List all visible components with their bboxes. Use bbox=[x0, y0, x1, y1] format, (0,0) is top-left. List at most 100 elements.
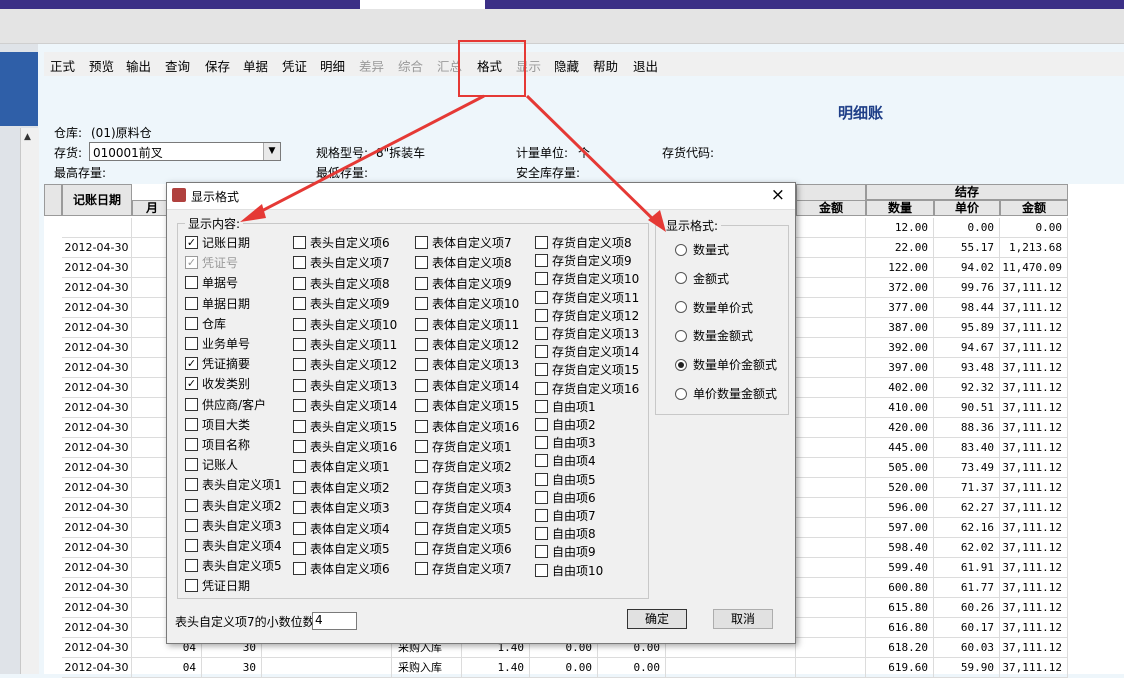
content-checkbox[interactable]: 表体自定义项13 bbox=[415, 356, 519, 374]
checkbox-icon[interactable] bbox=[535, 436, 548, 450]
checkbox-icon[interactable]: ✓ bbox=[185, 377, 198, 391]
checkbox-icon[interactable] bbox=[293, 521, 306, 535]
content-checkbox[interactable]: 业务单号 bbox=[185, 335, 250, 353]
content-checkbox[interactable]: 自由项7 bbox=[535, 507, 596, 525]
radio-icon[interactable] bbox=[675, 329, 687, 342]
content-checkbox[interactable]: 存货自定义项11 bbox=[535, 289, 639, 307]
content-checkbox[interactable]: 项目名称 bbox=[185, 436, 250, 454]
content-checkbox[interactable]: 表头自定义项4 bbox=[185, 537, 282, 555]
content-checkbox[interactable]: 供应商/客户 bbox=[185, 396, 266, 414]
checkbox-icon[interactable] bbox=[535, 490, 548, 504]
col-header-amount[interactable]: 金额 bbox=[1000, 200, 1068, 216]
toolbar-button[interactable]: 输出 bbox=[126, 56, 151, 75]
content-checkbox[interactable]: 单据号 bbox=[185, 274, 238, 292]
checkbox-icon[interactable] bbox=[415, 460, 428, 474]
content-checkbox[interactable]: 自由项10 bbox=[535, 562, 603, 580]
checkbox-icon[interactable] bbox=[535, 363, 548, 377]
content-checkbox[interactable]: 存货自定义项6 bbox=[415, 540, 512, 558]
content-checkbox[interactable]: 表体自定义项16 bbox=[415, 418, 519, 436]
content-checkbox[interactable]: 存货自定义项8 bbox=[535, 234, 632, 252]
col-header-qty[interactable]: 数量 bbox=[866, 200, 934, 216]
decimal-input[interactable]: 4 bbox=[312, 612, 357, 630]
content-checkbox[interactable]: 表头自定义项14 bbox=[293, 397, 397, 415]
radio-icon[interactable] bbox=[675, 243, 687, 256]
content-checkbox[interactable]: 存货自定义项13 bbox=[535, 325, 639, 343]
checkbox-icon[interactable] bbox=[293, 256, 306, 270]
ok-button[interactable]: 确定 bbox=[627, 609, 687, 629]
checkbox-icon[interactable] bbox=[293, 317, 306, 331]
checkbox-icon[interactable] bbox=[293, 542, 306, 555]
format-radio[interactable]: 数量式 bbox=[675, 241, 729, 259]
content-checkbox[interactable]: 表体自定义项14 bbox=[415, 377, 519, 395]
content-checkbox[interactable]: 表头自定义项7 bbox=[293, 254, 390, 272]
toolbar-button[interactable]: 预览 bbox=[89, 56, 114, 75]
content-checkbox[interactable]: 自由项8 bbox=[535, 525, 596, 543]
checkbox-icon[interactable] bbox=[415, 297, 428, 311]
checkbox-icon[interactable] bbox=[535, 254, 548, 268]
checkbox-icon[interactable] bbox=[185, 518, 198, 532]
checkbox-icon[interactable] bbox=[293, 460, 306, 474]
checkbox-icon[interactable] bbox=[185, 296, 198, 310]
checkbox-icon[interactable] bbox=[293, 338, 306, 351]
content-checkbox[interactable]: 存货自定义项1 bbox=[415, 438, 512, 456]
checkbox-icon[interactable] bbox=[415, 542, 428, 555]
checkbox-icon[interactable] bbox=[415, 338, 428, 351]
checkbox-icon[interactable] bbox=[185, 276, 198, 290]
content-checkbox[interactable]: 存货自定义项7 bbox=[415, 560, 512, 578]
content-checkbox[interactable]: 表头自定义项11 bbox=[293, 336, 397, 354]
cancel-button[interactable]: 取消 bbox=[713, 609, 773, 629]
checkbox-icon[interactable] bbox=[415, 317, 428, 331]
checkbox-icon[interactable] bbox=[293, 358, 306, 372]
toolbar-button[interactable]: 凭证 bbox=[282, 56, 307, 75]
checkbox-icon[interactable] bbox=[535, 236, 548, 249]
content-checkbox[interactable]: 表体自定义项6 bbox=[293, 560, 390, 578]
toolbar-button[interactable]: 格式 bbox=[477, 56, 502, 75]
radio-icon[interactable] bbox=[675, 301, 687, 314]
content-checkbox[interactable]: 存货自定义项2 bbox=[415, 458, 512, 476]
checkbox-icon[interactable] bbox=[185, 438, 198, 451]
close-icon[interactable]: × bbox=[771, 185, 785, 205]
checkbox-icon[interactable] bbox=[535, 527, 548, 541]
toolbar-button[interactable]: 退出 bbox=[633, 56, 658, 75]
checkbox-icon[interactable] bbox=[293, 419, 306, 433]
content-checkbox[interactable]: 表头自定义项16 bbox=[293, 438, 397, 456]
content-checkbox[interactable]: 表头自定义项10 bbox=[293, 316, 397, 334]
content-checkbox[interactable]: 存货自定义项4 bbox=[415, 499, 512, 517]
checkbox-icon[interactable] bbox=[293, 562, 306, 576]
checkbox-icon[interactable] bbox=[185, 417, 198, 431]
checkbox-icon[interactable] bbox=[293, 480, 306, 494]
content-checkbox[interactable]: 自由项5 bbox=[535, 471, 596, 489]
content-checkbox[interactable]: 存货自定义项16 bbox=[535, 380, 639, 398]
checkbox-icon[interactable] bbox=[185, 498, 198, 512]
checkbox-icon[interactable] bbox=[185, 559, 198, 573]
checkbox-icon[interactable]: ✓ bbox=[185, 357, 198, 371]
col-header-price[interactable]: 单价 bbox=[934, 200, 1000, 216]
format-radio[interactable]: 数量金额式 bbox=[675, 327, 753, 345]
content-checkbox[interactable]: 表体自定义项5 bbox=[293, 540, 390, 558]
content-checkbox[interactable]: 表体自定义项11 bbox=[415, 316, 519, 334]
toolbar-button[interactable]: 查询 bbox=[165, 56, 190, 75]
checkbox-icon[interactable] bbox=[293, 276, 306, 290]
content-checkbox[interactable]: 表头自定义项1 bbox=[185, 476, 282, 494]
left-scrollbar[interactable]: ▲ bbox=[20, 128, 39, 674]
scroll-up-icon[interactable]: ▲ bbox=[24, 132, 31, 142]
checkbox-icon[interactable] bbox=[293, 378, 306, 392]
toolbar-button[interactable]: 明细 bbox=[320, 56, 345, 75]
checkbox-icon[interactable] bbox=[185, 539, 198, 552]
checkbox-icon[interactable] bbox=[185, 458, 198, 472]
radio-icon[interactable] bbox=[675, 272, 687, 285]
content-checkbox[interactable]: 自由项2 bbox=[535, 416, 596, 434]
checkbox-icon[interactable] bbox=[415, 480, 428, 494]
checkbox-icon[interactable] bbox=[415, 562, 428, 576]
content-checkbox[interactable]: 表体自定义项4 bbox=[293, 520, 390, 538]
checkbox-icon[interactable] bbox=[293, 297, 306, 311]
content-checkbox[interactable]: 存货自定义项10 bbox=[535, 270, 639, 288]
content-checkbox[interactable]: 单据日期 bbox=[185, 295, 250, 313]
content-checkbox[interactable]: 表头自定义项8 bbox=[293, 275, 390, 293]
content-checkbox[interactable]: 表头自定义项5 bbox=[185, 557, 282, 575]
nav-selected-area[interactable] bbox=[0, 52, 38, 126]
content-checkbox[interactable]: 自由项3 bbox=[535, 434, 596, 452]
content-checkbox[interactable]: 存货自定义项12 bbox=[535, 307, 639, 325]
content-checkbox[interactable]: 表体自定义项9 bbox=[415, 275, 512, 293]
col-header-amount-prev[interactable]: 金额 bbox=[796, 200, 866, 216]
